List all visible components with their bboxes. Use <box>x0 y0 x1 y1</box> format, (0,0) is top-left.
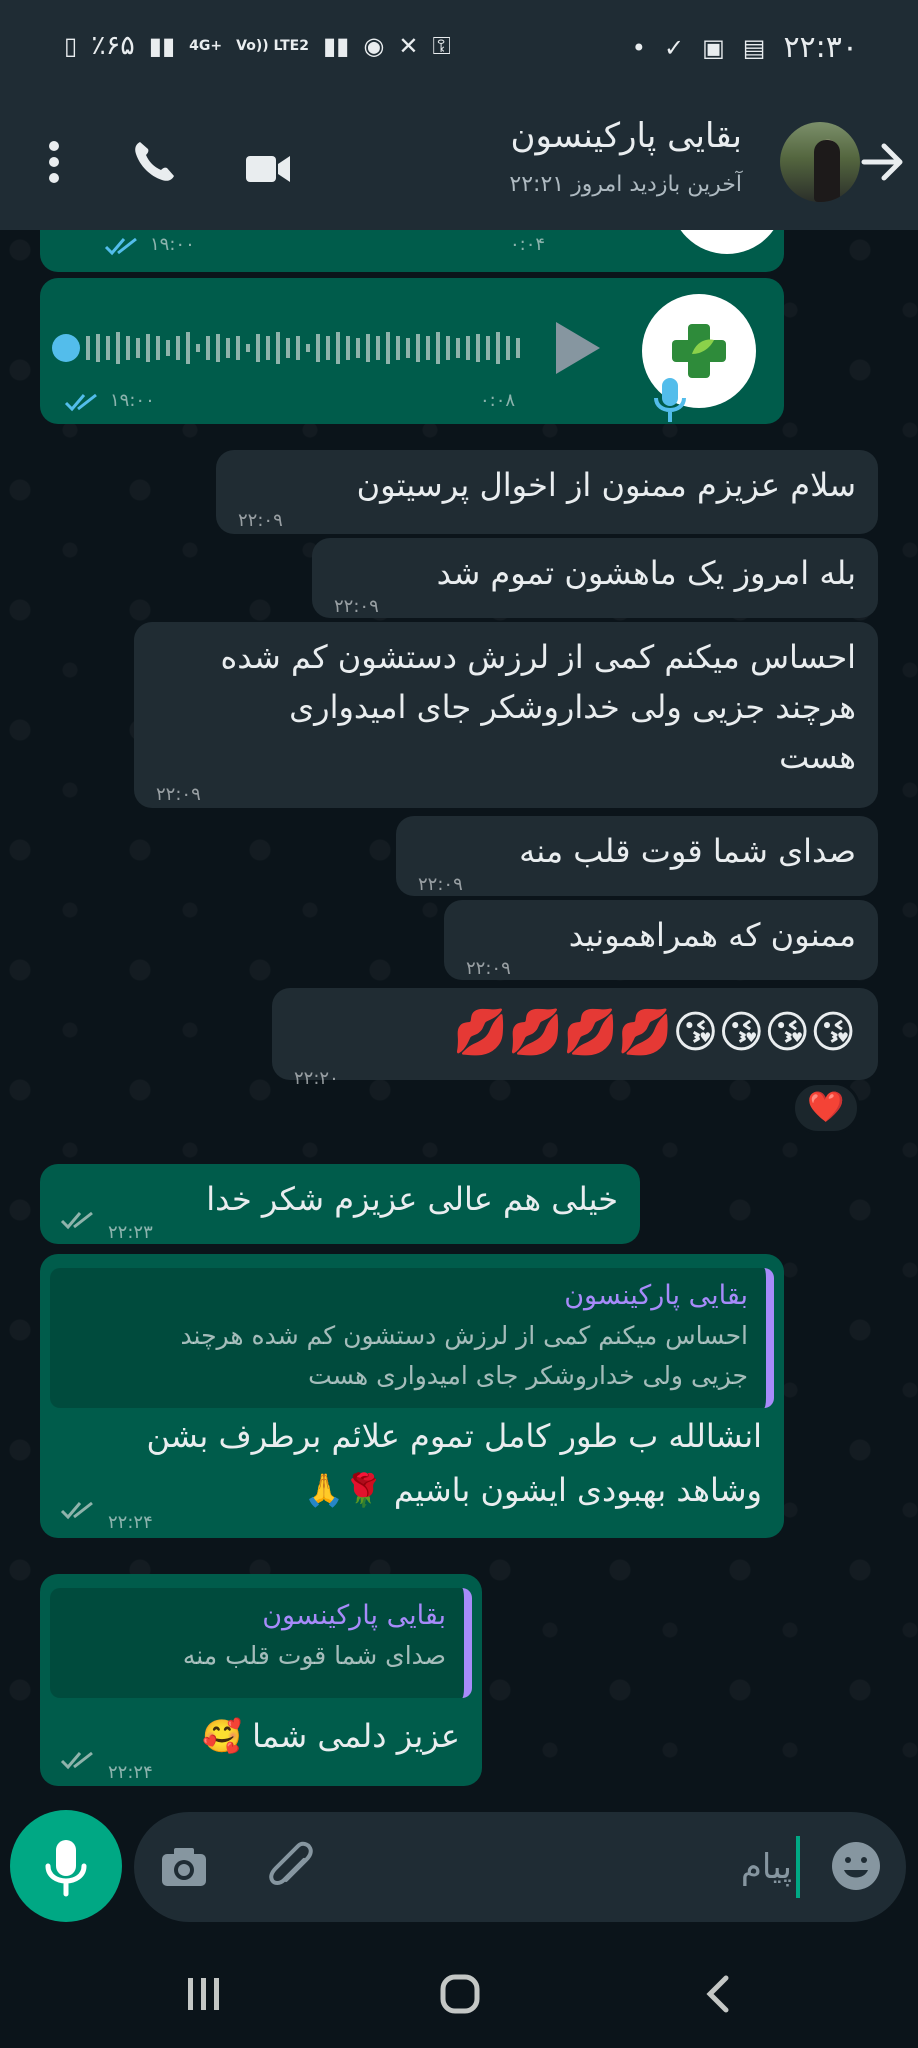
quoted-sender: بقایی پارکینسون <box>564 1280 748 1311</box>
message-time: ۱۹:۰۰ <box>150 234 195 255</box>
network-label-lte: Vo)) LTE2 <box>236 37 309 54</box>
camera-icon[interactable] <box>158 1840 210 1892</box>
message-time: ۲۲:۲۴ <box>108 1512 153 1533</box>
chat-header: بقایی پارکینسون آخرین بازدید امروز ۲۲:۲۱ <box>0 96 918 230</box>
back-arrow-icon[interactable] <box>854 134 910 190</box>
waveform[interactable] <box>50 326 530 370</box>
check-notification-icon: ✓ <box>663 33 685 62</box>
gallery-icon: ▣ <box>702 33 725 62</box>
read-ticks-icon <box>60 1211 93 1230</box>
message-text: بله امروز یک ماهشون تموم شد <box>436 554 856 592</box>
incoming-message[interactable]: سلام عزیزم ممنون از اخوال پرسیتون ۲۲:۰۹ <box>216 450 878 534</box>
status-bar: ▯ ٪۶۵ ▮▮ 4G+ Vo)) LTE2 ▮▮ ◉ ✕ ⚿ • ✓ ▣ ▤ … <box>0 0 918 96</box>
signal-icon-2: ▮▮ <box>322 31 350 60</box>
incoming-message[interactable]: ممنون که همراهمونید ۲۲:۰۹ <box>444 900 878 980</box>
mute-icon: ✕ <box>398 31 419 60</box>
play-icon[interactable] <box>550 318 604 378</box>
message-line: هرچند جزیی ولی خداروشکر جای امیدواری <box>289 688 856 726</box>
incoming-message[interactable]: 😘😘😘😘💋💋💋💋 ۲۲:۲۰ <box>272 988 878 1089</box>
read-ticks-icon <box>60 1751 93 1770</box>
battery-icon: ▯ <box>64 31 78 60</box>
read-ticks-icon <box>60 1501 93 1520</box>
message-time: ۲۲:۰۹ <box>156 784 201 805</box>
message-text: عزیز دلمی شما 🥰 <box>202 1717 460 1755</box>
message-composer[interactable]: پیام <box>134 1812 906 1922</box>
message-icon: ▤ <box>742 33 766 62</box>
last-seen: آخرین بازدید امروز ۲۲:۲۱ <box>509 172 742 197</box>
outgoing-message[interactable]: بقایی پارکینسون صدای شما قوت قلب منه عزی… <box>40 1574 482 1786</box>
message-time: ۱۹:۰۰ <box>110 390 155 411</box>
message-line: انشالله ب طور کامل تموم علائم برطرف بشن <box>146 1417 762 1455</box>
mic-icon <box>45 1840 87 1897</box>
message-text: 😘😘😘😘💋💋💋💋 <box>453 1007 856 1058</box>
message-line: وشاهد بهبودی ایشون باشیم 🌹🙏 <box>304 1471 762 1509</box>
phone-call-icon[interactable] <box>130 138 178 186</box>
message-text: سلام عزیزم ممنون از اخوال پرسیتون <box>356 466 856 504</box>
voice-duration: ۰:۰۸ <box>480 390 516 411</box>
incoming-message[interactable]: بله امروز یک ماهشون تموم شد ۲۲:۰۹ <box>312 538 878 618</box>
voice-message[interactable]: ۰:۰۸ ۱۹:۰۰ <box>40 278 784 424</box>
system-nav-bar <box>0 1940 918 2048</box>
message-text: ممنون که همراهمونید <box>568 916 856 954</box>
quoted-text: جزیی ولی خداروشکر جای امیدواری هست <box>308 1361 748 1390</box>
home-icon[interactable] <box>440 1974 480 2014</box>
incoming-message[interactable]: صدای شما قوت قلب منه ۲۲:۰۹ <box>396 816 878 896</box>
reaction-badge[interactable]: ❤️ <box>792 1082 860 1134</box>
mic-indicator-icon <box>654 378 686 422</box>
message-time: ۲۲:۰۹ <box>238 510 283 531</box>
outgoing-message[interactable]: بقایی پارکینسون احساس میکنم کمی از لرزش … <box>40 1254 784 1538</box>
quoted-sender: بقایی پارکینسون <box>262 1600 446 1631</box>
recent-apps-icon[interactable] <box>184 1976 224 2012</box>
outgoing-message[interactable]: خیلی هم عالی عزیزم شکر خدا ۲۲:۲۳ <box>40 1164 640 1244</box>
back-nav-icon[interactable] <box>700 1974 736 2014</box>
hotspot-icon: ◉ <box>363 31 385 60</box>
voice-message[interactable]: ۰:۰۴ ۱۹:۰۰ <box>40 230 784 272</box>
quoted-text: صدای شما قوت قلب منه <box>182 1641 446 1670</box>
emoji-icon[interactable] <box>830 1840 882 1892</box>
status-left: ▯ ٪۶۵ ▮▮ 4G+ Vo)) LTE2 ▮▮ ◉ ✕ ⚿ <box>64 30 451 61</box>
voice-record-button[interactable] <box>10 1810 122 1922</box>
voice-duration: ۰:۰۴ <box>510 234 546 255</box>
network-label-4g: 4G+ <box>189 37 223 54</box>
message-line: هست <box>779 738 856 776</box>
dot-icon: • <box>631 33 646 62</box>
message-text: صدای شما قوت قلب منه <box>519 832 856 870</box>
message-time: ۲۲:۲۰ <box>294 1068 339 1089</box>
read-ticks-icon <box>64 393 97 412</box>
video-call-icon[interactable] <box>244 144 292 192</box>
message-input[interactable]: پیام <box>741 1836 800 1898</box>
quoted-text: احساس میکنم کمی از لرزش دستشون کم شده هر… <box>180 1321 748 1350</box>
signal-icon: ▮▮ <box>148 31 176 60</box>
attach-icon[interactable] <box>266 1840 318 1896</box>
clock: ۲۲:۳۰ <box>783 30 858 65</box>
contact-name[interactable]: بقایی پارکینسون <box>511 116 742 156</box>
status-right: • ✓ ▣ ▤ ۲۲:۳۰ <box>632 30 858 65</box>
vpn-key-icon: ⚿ <box>432 31 451 60</box>
message-time: ۲۲:۰۹ <box>466 958 511 979</box>
incoming-message[interactable]: احساس میکنم کمی از لرزش دستشون کم شده هر… <box>134 622 878 808</box>
message-time: ۲۲:۲۳ <box>108 1222 153 1243</box>
chat-area[interactable]: ۰:۰۴ ۱۹:۰۰ ۰:۰۸ ۱۹:۰۰ سلام عزیزم ممنون ا… <box>0 230 918 1790</box>
more-options-icon[interactable] <box>30 138 78 186</box>
quoted-message[interactable]: بقایی پارکینسون صدای شما قوت قلب منه <box>50 1588 472 1698</box>
message-time: ۲۲:۲۴ <box>108 1762 153 1783</box>
message-line: احساس میکنم کمی از لرزش دستشون کم شده <box>220 638 856 676</box>
quoted-message[interactable]: بقایی پارکینسون احساس میکنم کمی از لرزش … <box>50 1268 774 1408</box>
battery-level: ٪۶۵ <box>91 30 135 61</box>
voice-avatar <box>670 230 784 254</box>
avatar[interactable] <box>780 122 860 202</box>
read-ticks-icon <box>104 237 137 256</box>
